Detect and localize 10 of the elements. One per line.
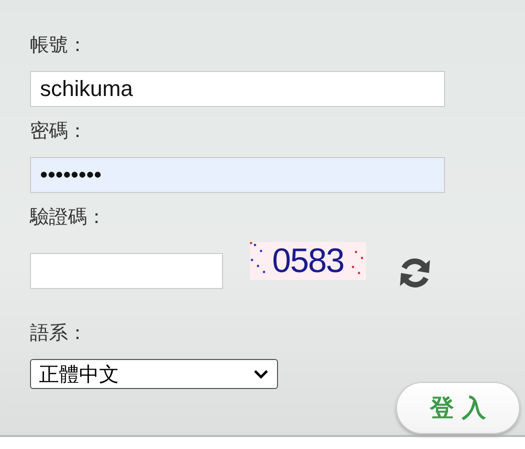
language-select[interactable]: 正體中文 <box>30 359 278 389</box>
field-label: 驗證碼： <box>30 205 106 230</box>
field-label: 帳號： <box>30 33 87 58</box>
input-field[interactable]: •••••••• <box>30 157 445 193</box>
input-field[interactable] <box>30 253 223 289</box>
input-field[interactable]: schikuma <box>30 71 445 107</box>
captcha-image: 0583 <box>250 242 366 280</box>
chevron-down-icon <box>253 368 269 380</box>
field-label: 密碼： <box>30 119 87 144</box>
field-label: 語系： <box>30 321 87 346</box>
